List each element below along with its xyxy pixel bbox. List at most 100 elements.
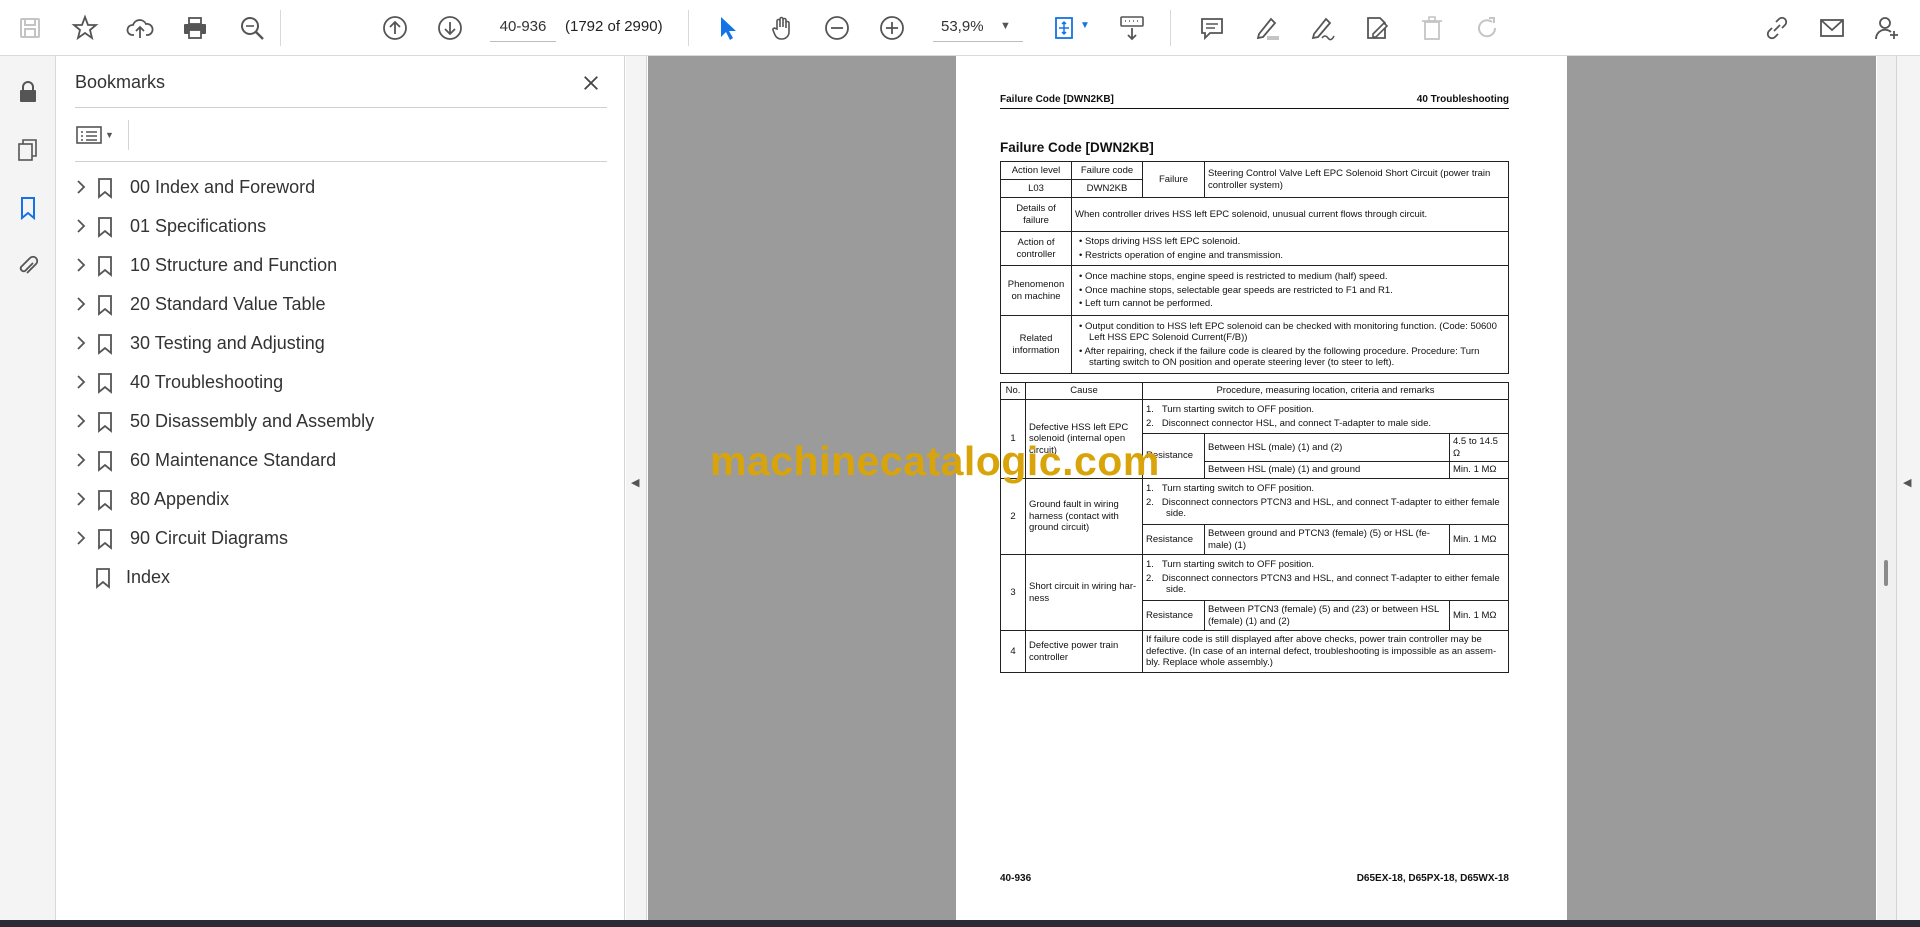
bookmark-label: 01 Specifications	[130, 216, 267, 236]
lock-icon[interactable]	[12, 76, 44, 108]
highlight-pen-icon[interactable]	[1247, 8, 1287, 48]
add-user-icon[interactable]	[1867, 8, 1907, 48]
step-item: 1. Turn starting switch to OFF position.	[1146, 559, 1315, 571]
table-cell: DWN2KB	[1071, 179, 1143, 198]
zoom-search-icon[interactable]	[232, 8, 272, 48]
bookmark-item[interactable]: 01 Specifications	[56, 208, 616, 244]
table-cell: Between PTCN3 (female) (5) and (23) or b…	[1204, 600, 1450, 631]
scrollbar-thumb[interactable]	[1884, 560, 1888, 586]
share-link-icon[interactable]	[1757, 8, 1797, 48]
table-cell: Defective power train controller	[1025, 630, 1143, 673]
scroll-mode-icon[interactable]	[1112, 8, 1152, 48]
bookmark-label: 60 Maintenance Standard	[130, 450, 337, 470]
bookmark-label: 10 Structure and Function	[130, 255, 338, 275]
zoom-dropdown-caret-icon[interactable]: ▼	[1000, 20, 1011, 32]
table-cell: Min. 1 MΩ	[1449, 461, 1509, 479]
cause-procedure-table: No. Cause Procedure, measuring location,…	[1000, 382, 1509, 673]
table-cell: 1. Turn starting switch to OFF position.…	[1142, 399, 1509, 434]
table-cell: L03	[1000, 179, 1072, 198]
bookmark-item[interactable]: 40 Troubleshooting	[56, 364, 616, 400]
step-item: 2. Disconnect connectors PTCN3 and HSL, …	[1146, 496, 1500, 520]
table-cell: If failure code is still displayed after…	[1142, 630, 1509, 673]
table-cell: • Output condition to HSS left EPC solen…	[1071, 315, 1509, 374]
attachment-icon[interactable]	[12, 250, 44, 282]
chevron-right-icon	[77, 414, 86, 428]
toolbar-divider	[688, 10, 689, 46]
bookmark-item[interactable]: 50 Disassembly and Assembly	[56, 403, 616, 439]
chevron-right-icon	[77, 258, 86, 272]
table-cell: 1. Turn starting switch to OFF position.…	[1142, 554, 1509, 601]
zoom-in-icon[interactable]	[872, 8, 912, 48]
vertical-scrollbar[interactable]	[1877, 56, 1896, 920]
bookmark-flag-icon	[98, 529, 112, 550]
bookmark-flag-icon	[98, 373, 112, 394]
bookmark-options-button[interactable]: ▼	[76, 120, 126, 150]
table-cell: Steering Control Valve Left EPC Solenoid…	[1204, 161, 1509, 198]
bookmarks-panel: Bookmarks ▼ 00 Index and Foreword 01 Spe…	[56, 56, 625, 920]
left-tool-rail	[0, 56, 56, 920]
zoom-out-icon[interactable]	[817, 8, 857, 48]
close-panel-button[interactable]	[576, 68, 606, 98]
draw-pen-icon[interactable]	[1302, 8, 1342, 48]
document-viewer[interactable]: Failure Code [DWN2KB] 40 Troubleshooting…	[648, 56, 1876, 920]
save-icon[interactable]	[10, 8, 50, 48]
collapse-right-arrow-icon: ◀	[1903, 477, 1912, 489]
panel-divider	[75, 107, 607, 108]
redo-icon[interactable]	[1467, 8, 1507, 48]
bookmark-label: 20 Standard Value Table	[130, 294, 326, 314]
bookmark-item[interactable]: Index	[56, 559, 616, 595]
bookmark-label: 50 Disassembly and Assembly	[130, 411, 375, 431]
print-icon[interactable]	[175, 8, 215, 48]
page-thumbnails-icon[interactable]	[12, 134, 44, 166]
fit-page-icon[interactable]	[1045, 8, 1085, 48]
next-page-icon[interactable]	[430, 8, 470, 48]
bullet-item: • Restricts operation of engine and tran…	[1079, 249, 1283, 261]
collapse-left-panel-handle[interactable]: ◀	[626, 56, 647, 920]
star-icon[interactable]	[65, 8, 105, 48]
toolbar-divider	[280, 10, 281, 46]
watermark-text: machinecatalogic.com	[710, 438, 1160, 484]
previous-page-icon[interactable]	[375, 8, 415, 48]
bookmark-flag-icon	[98, 412, 112, 433]
chevron-right-icon	[77, 336, 86, 350]
delete-icon[interactable]	[1412, 8, 1452, 48]
page-footer-left: 40-936	[1000, 873, 1032, 884]
bookmark-item[interactable]: 20 Standard Value Table	[56, 286, 616, 322]
page-header-left: Failure Code [DWN2KB]	[1000, 94, 1114, 105]
collapse-right-panel-handle[interactable]: ◀	[1896, 56, 1920, 920]
select-cursor-icon[interactable]	[707, 8, 747, 48]
panel-divider	[75, 161, 607, 162]
options-caret-icon: ▼	[105, 130, 114, 140]
bookmark-item[interactable]: 60 Maintenance Standard	[56, 442, 616, 478]
bookmark-item[interactable]: 30 Testing and Adjusting	[56, 325, 616, 361]
table-cell: Phenomenon on machine	[1000, 265, 1072, 316]
chevron-right-icon	[77, 453, 86, 467]
page-number-input[interactable]	[490, 12, 556, 42]
table-cell: Ground fault in wiring harness (contact …	[1025, 478, 1143, 555]
email-icon[interactable]	[1812, 8, 1852, 48]
table-cell: 4.5 to 14.5 Ω	[1449, 433, 1509, 462]
failure-info-table: Action level Failure code Failure Steeri…	[1000, 161, 1509, 374]
fit-dropdown-caret-icon[interactable]: ▼	[1080, 20, 1090, 31]
top-toolbar: (1792 of 2990) ▼ ▼	[0, 0, 1920, 56]
table-cell: Related information	[1000, 315, 1072, 374]
cloud-upload-icon[interactable]	[120, 8, 160, 48]
bookmark-item[interactable]: 80 Appendix	[56, 481, 616, 517]
table-cell: Resistance	[1142, 524, 1205, 555]
bookmark-item[interactable]: 00 Index and Foreword	[56, 169, 616, 205]
chevron-right-icon	[77, 180, 86, 194]
edit-text-icon[interactable]	[1357, 8, 1397, 48]
bookmark-flag-icon	[98, 334, 112, 355]
table-cell: 1. Turn starting switch to OFF position.…	[1142, 478, 1509, 525]
document-title: Failure Code [DWN2KB]	[1000, 140, 1154, 155]
hand-tool-icon[interactable]	[762, 8, 802, 48]
bullet-item: • Output condition to HSS left EPC solen…	[1079, 320, 1497, 344]
chevron-right-icon	[77, 492, 86, 506]
collapse-left-arrow-icon: ◀	[631, 477, 640, 489]
bookmarks-icon[interactable]	[12, 192, 44, 224]
taskbar-strip	[0, 920, 1920, 927]
comment-icon[interactable]	[1192, 8, 1232, 48]
bookmark-item[interactable]: 10 Structure and Function	[56, 247, 616, 283]
bookmark-item[interactable]: 90 Circuit Diagrams	[56, 520, 616, 556]
bullet-item: • Left turn cannot be performed.	[1079, 298, 1213, 310]
